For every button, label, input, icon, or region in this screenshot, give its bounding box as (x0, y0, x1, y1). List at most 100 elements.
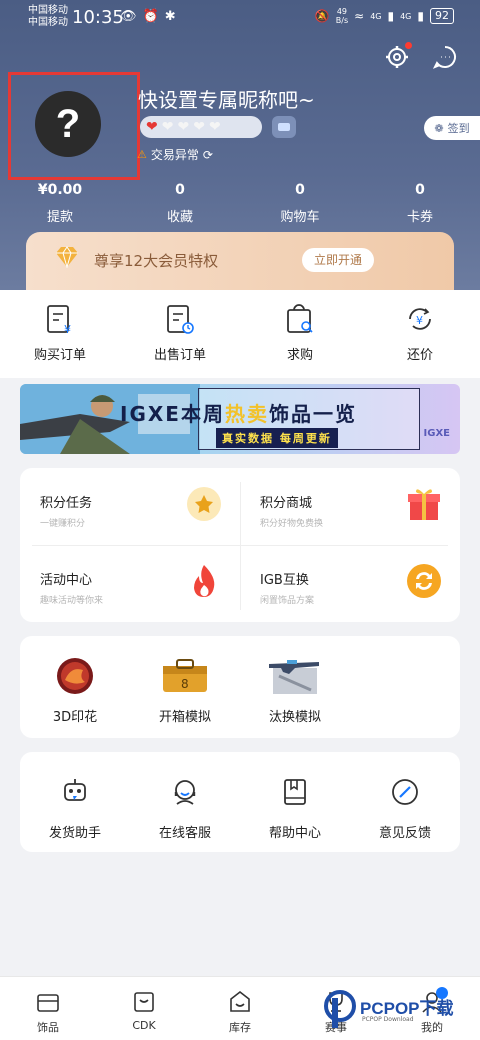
nav-tab-inventory[interactable]: 库存 (192, 977, 288, 1040)
tool-label: 汰换模拟 (268, 710, 321, 725)
trade-status-label: 交易异常 (150, 148, 199, 162)
heart-empty-icon: ❤ (177, 119, 190, 135)
stat-favorites[interactable]: 0 收藏 (120, 182, 240, 225)
warning-icon: ⚠ (137, 148, 147, 161)
network-speed: 49 B/s (336, 7, 348, 25)
inventory-icon (230, 990, 250, 1012)
shipping-assistant-button[interactable]: 发货助手 (20, 752, 130, 852)
vip-banner[interactable]: 尊享12大会员特权 立即开通 (26, 232, 454, 290)
banner-subtitle: 真实数据 每周更新 (216, 428, 338, 448)
leaf-icon: ❁ (434, 121, 444, 135)
eye-icon: 👁 (120, 9, 137, 24)
profile-header: 中国移动 中国移动 10:35 👁 ⏰ ✱ 🔕 49 B/s ≈ 4G ▮ 4G… (0, 0, 480, 290)
settings-button[interactable] (384, 42, 412, 70)
battery-icon: 92 (430, 8, 454, 24)
tools-card: 3D印花 8 开箱模拟 汰换模拟 (20, 636, 460, 738)
service-label: 发货助手 (48, 826, 101, 841)
avatar-highlight: ? (8, 72, 140, 180)
tool-label: 3D印花 (52, 710, 98, 725)
header-actions (384, 42, 458, 70)
signal-1: 4G (370, 11, 382, 21)
service-label: 在线客服 (158, 826, 211, 841)
points-activity-card: 积分任务 一键赚积分 积分商城 积分好物免费换 活动中心 趣味活动等你来 IGB… (20, 468, 460, 622)
stat-value: ¥0.00 (37, 182, 83, 198)
headset-icon (174, 780, 196, 805)
counter-offer-button[interactable]: ¥ 还价 (360, 290, 480, 378)
feedback-button[interactable]: 意见反馈 (350, 752, 460, 852)
nav-tab-cdk[interactable]: CDK (96, 977, 192, 1040)
grid-subtitle: 一键赚积分 (40, 519, 86, 529)
order-label: 还价 (406, 348, 433, 363)
carrier-1: 中国移动 (28, 5, 68, 16)
service-label: 意见反馈 (378, 826, 431, 841)
purchase-order-button[interactable]: ¥ 购买订单 (0, 290, 120, 378)
tradeup-sim-button[interactable]: 汰换模拟 (240, 636, 350, 738)
star-icon (187, 487, 221, 521)
nav-tab-items[interactable]: 饰品 (0, 977, 96, 1040)
vip-activate-button[interactable]: 立即开通 (302, 248, 374, 272)
wifi-icon: ≈ (354, 9, 365, 23)
help-center-button[interactable]: 帮助中心 (240, 752, 350, 852)
robot-icon (64, 779, 86, 801)
nickname[interactable]: 快设置专属昵称吧~ (138, 84, 315, 113)
sticker-icon (57, 658, 93, 694)
stat-cart[interactable]: 0 购物车 (240, 182, 360, 225)
activity-center-button[interactable]: 活动中心 趣味活动等你来 (20, 545, 240, 622)
mute-icon: 🔕 (314, 9, 330, 23)
shop-icon (37, 994, 59, 1012)
sale-order-button[interactable]: 出售订单 (120, 290, 240, 378)
grid-subtitle: 趣味活动等你来 (40, 596, 104, 606)
online-support-button[interactable]: 在线客服 (130, 752, 240, 852)
avatar[interactable]: ? (35, 91, 101, 157)
main-content: ¥ 购买订单 出售订单 求购 ¥ 还价 IGXE本周热卖饰品一览 真实数据 每周… (0, 290, 480, 976)
heart-filled-icon: ❤ (146, 119, 158, 135)
want-to-buy-icon (287, 304, 313, 333)
stat-coupons[interactable]: 0 卡券 (360, 182, 480, 225)
flame-icon (194, 565, 215, 597)
messages-button[interactable] (432, 44, 458, 70)
stat-label: 购物车 (280, 210, 320, 225)
sale-order-icon (167, 305, 194, 334)
diamond-icon (56, 246, 78, 268)
sticker-3d-button[interactable]: 3D印花 (20, 636, 130, 738)
chat-icon (432, 46, 456, 69)
case-opening-sim-button[interactable]: 8 开箱模拟 (130, 636, 240, 738)
points-mall-button[interactable]: 积分商城 积分好物免费换 (240, 468, 460, 545)
status-icons-right: 🔕 49 B/s ≈ 4G ▮ 4G ▮ 92 (315, 7, 454, 25)
promo-banner[interactable]: IGXE本周热卖饰品一览 真实数据 每周更新 IGXE (20, 384, 460, 454)
account-stats: ¥0.00 提款 0 收藏 0 购物车 0 卡券 (0, 182, 480, 225)
grid-title: 活动中心 (40, 573, 93, 588)
clock: 10:35 (72, 7, 124, 28)
stat-label: 卡券 (406, 210, 433, 225)
refresh-icon[interactable]: ⟳ (203, 148, 213, 162)
purchase-order-icon: ¥ (47, 305, 71, 336)
rifle-icon (269, 660, 319, 694)
notification-dot (405, 42, 412, 49)
case-icon: 8 (163, 659, 207, 692)
signin-button[interactable]: ❁ 签到 (424, 116, 480, 140)
banner-title: IGXE本周热卖饰品一览 (120, 398, 357, 427)
watermark-subtext: PCPOP Download (362, 1016, 414, 1023)
grid-subtitle: 积分好物免费换 (260, 519, 324, 529)
stat-label: 收藏 (166, 210, 193, 225)
alarm-icon: ⏰ (142, 9, 159, 24)
stat-withdraw[interactable]: ¥0.00 提款 (0, 182, 120, 225)
bluetooth-icon: ✱ (164, 9, 176, 24)
want-to-buy-button[interactable]: 求购 (240, 290, 360, 378)
signal-2: 4G (400, 11, 412, 21)
banner-title-prefix: IGXE本周 (120, 402, 225, 426)
stat-label: 提款 (46, 210, 73, 225)
stat-value: 0 (295, 182, 305, 198)
grid-title: 积分商城 (260, 496, 313, 511)
level-badge[interactable] (272, 116, 296, 138)
cdk-icon (134, 992, 154, 1012)
nav-label: CDK (132, 1019, 156, 1032)
status-bar: 中国移动 中国移动 10:35 👁 ⏰ ✱ 🔕 49 B/s ≈ 4G ▮ 4G… (0, 0, 480, 34)
status-icons-left: 👁 ⏰ ✱ (120, 9, 176, 24)
banner-logo: IGXE (423, 428, 450, 439)
trade-status[interactable]: ⚠ 交易异常 ⟳ (137, 146, 213, 163)
signin-label: 签到 (447, 122, 470, 135)
igb-exchange-button[interactable]: IGB互换 闲置饰品方案 (240, 545, 460, 622)
watermark-logo-icon (324, 990, 356, 1028)
points-tasks-button[interactable]: 积分任务 一键赚积分 (20, 468, 240, 545)
